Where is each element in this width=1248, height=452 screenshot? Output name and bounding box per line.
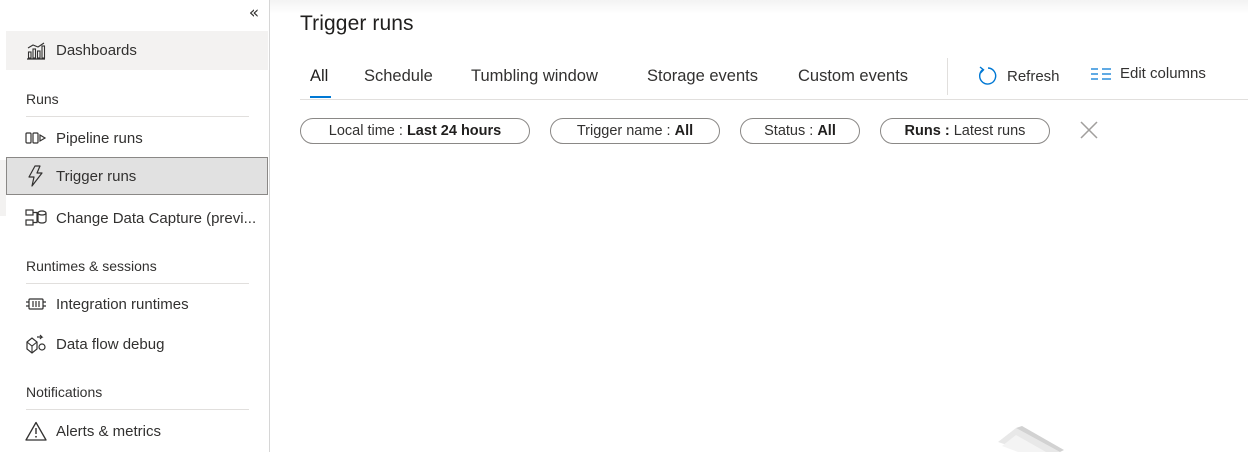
filter-value: All [817,123,836,139]
filter-trigger-name[interactable]: Trigger name : All [550,118,720,144]
sidebar-item-label: Trigger runs [56,167,137,185]
dashboard-chart-icon [24,39,48,63]
sidebar-item-label: Change Data Capture (previ... [56,209,257,227]
filter-value: Latest runs [953,123,1026,139]
filter-key: Local time [328,123,395,139]
integration-runtime-icon [24,292,48,316]
data-flow-debug-icon [24,332,48,356]
section-header-notifications: Notifications [26,384,249,410]
empty-state-illustration [998,426,1064,452]
tab-schedule[interactable]: Schedule [364,67,433,86]
filter-key: Status [764,123,806,139]
sidebar-item-label: Data flow debug [56,335,165,353]
filter-local-time[interactable]: Local time : Last 24 hours [300,118,530,144]
section-header-runtimes: Runtimes & sessions [26,258,249,284]
edit-columns-icon [1090,66,1112,82]
left-edge-strip [0,160,6,216]
page-title: Trigger runs [300,12,414,35]
section-header-runs: Runs [26,91,249,117]
tab-tumbling-window[interactable]: Tumbling window [471,67,598,86]
edit-columns-label: Edit columns [1120,65,1206,82]
collapse-sidebar-icon[interactable]: « [244,4,264,24]
tab-storage-events[interactable]: Storage events [647,67,758,86]
filter-key: Trigger name [576,123,663,139]
sidebar: « Dashboards Runs Pipeline runs Trigger … [0,0,270,452]
top-shadow [270,0,1248,14]
pipeline-icon [24,126,48,150]
sidebar-item-trigger-runs[interactable]: Trigger runs [6,157,268,195]
tab-custom-events[interactable]: Custom events [798,67,908,86]
sidebar-item-alerts-metrics[interactable]: Alerts & metrics [6,412,268,450]
sidebar-item-label: Integration runtimes [56,295,189,313]
refresh-button[interactable]: Refresh [977,65,1060,87]
tab-all[interactable]: All [310,67,328,86]
filter-separator: : [394,123,407,139]
filter-separator: : [940,123,954,139]
filter-separator: : [662,123,675,139]
change-data-capture-icon [24,206,48,230]
tab-selected-indicator [310,96,331,98]
sidebar-item-label: Pipeline runs [56,129,143,147]
close-icon [1079,120,1099,145]
refresh-label: Refresh [1007,67,1060,85]
filter-runs[interactable]: Runs : Latest runs [880,118,1050,144]
sidebar-item-dashboards[interactable]: Dashboards [6,31,268,70]
filter-status[interactable]: Status : All [740,118,860,144]
edit-columns-button[interactable]: Edit columns [1090,65,1206,82]
refresh-icon [977,65,999,87]
tab-bar: All Schedule Tumbling window Storage eve… [300,56,1248,100]
filter-separator: : [805,123,818,139]
sidebar-item-change-data-capture[interactable]: Change Data Capture (previ... [6,199,268,237]
filter-value: All [674,123,694,139]
sidebar-item-data-flow-debug[interactable]: Data flow debug [6,325,268,363]
filter-key: Runs [904,123,941,139]
sidebar-item-label: Dashboards [56,42,137,59]
toolbar-divider [947,58,948,95]
filter-value: Last 24 hours [406,123,502,139]
sidebar-item-pipeline-runs[interactable]: Pipeline runs [6,119,268,157]
sidebar-item-label: Alerts & metrics [56,422,162,440]
warning-triangle-icon [24,419,48,443]
clear-filters-button[interactable] [1076,119,1102,145]
sidebar-item-integration-runtimes[interactable]: Integration runtimes [6,285,268,323]
trigger-lightning-icon [24,164,48,188]
app-root: « Dashboards Runs Pipeline runs Trigger … [0,0,1248,452]
